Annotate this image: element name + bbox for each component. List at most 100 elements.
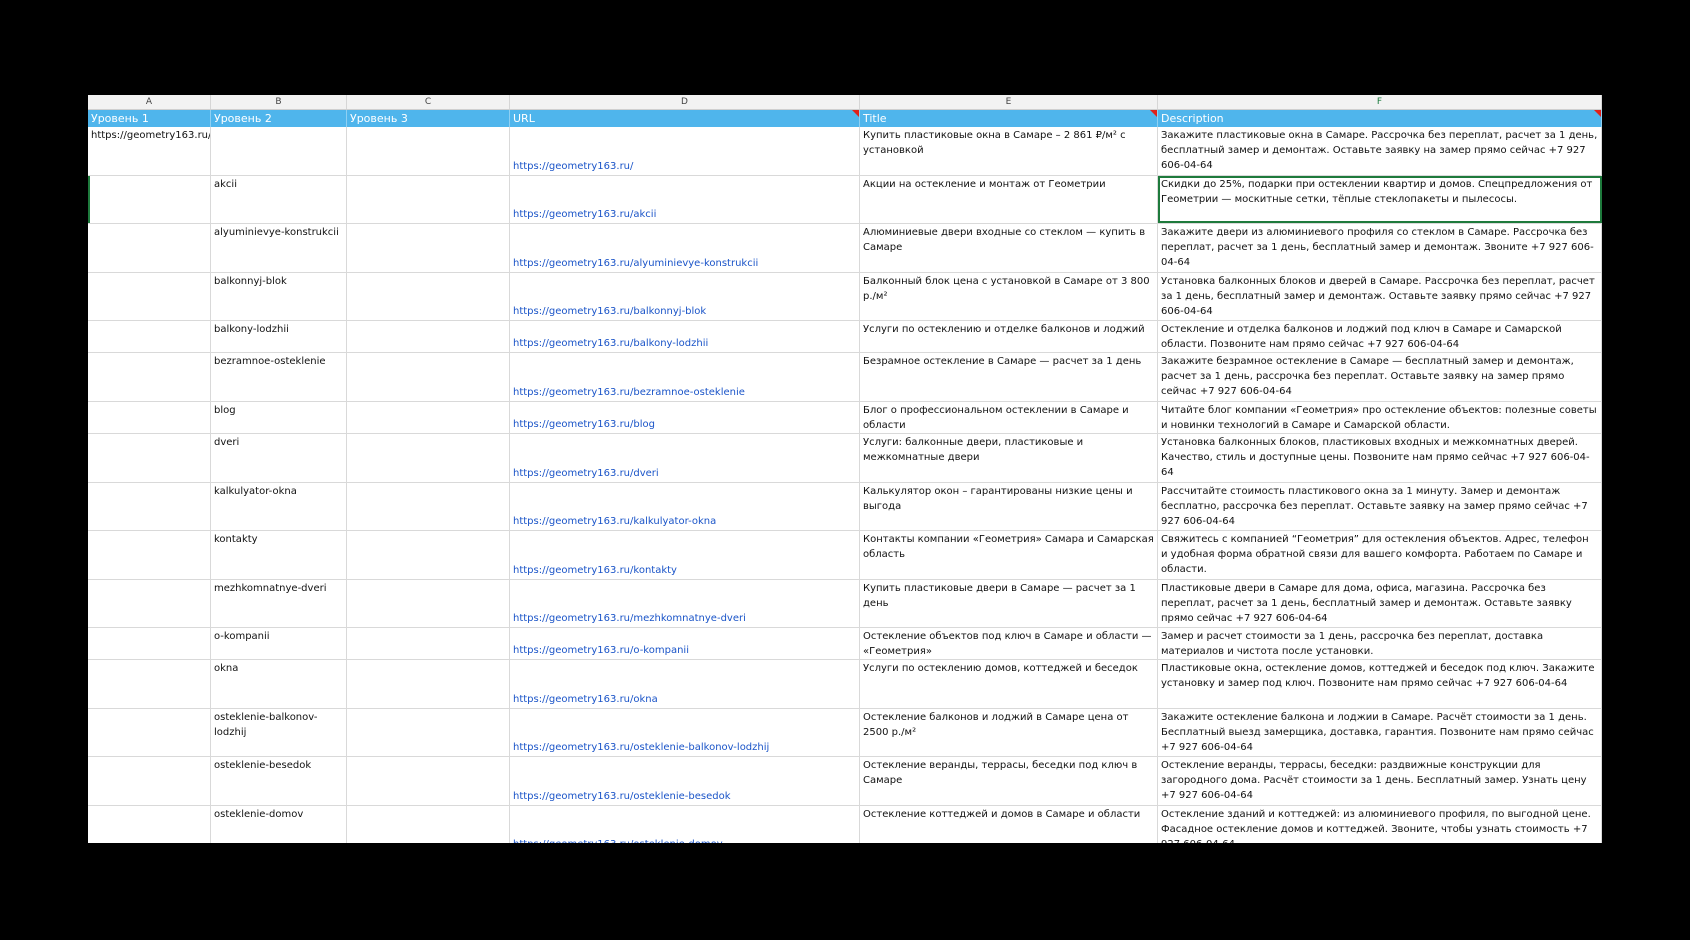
- cell-description[interactable]: Пластиковые окна, остекление домов, котт…: [1158, 660, 1602, 708]
- cell-title[interactable]: Услуги по остеклению и отделке балконов …: [860, 321, 1158, 353]
- cell-url[interactable]: https://geometry163.ru/: [510, 127, 860, 175]
- cell-url[interactable]: https://geometry163.ru/osteklenie-domov: [510, 805, 860, 843]
- cell-level1[interactable]: [88, 434, 211, 482]
- header-cell[interactable]: Уровень 3: [347, 110, 510, 127]
- cell-level1[interactable]: [88, 628, 211, 660]
- cell-level2[interactable]: osteklenie-besedok: [211, 757, 347, 805]
- cell-level2[interactable]: alyuminievye-konstrukcii: [211, 224, 347, 272]
- cell-level1[interactable]: [88, 353, 211, 401]
- cell-level1[interactable]: [88, 805, 211, 843]
- cell-level3[interactable]: [347, 579, 510, 628]
- cell-title[interactable]: Остекление коттеджей и домов в Самаре и …: [860, 805, 1158, 843]
- cell-level1[interactable]: [88, 531, 211, 579]
- cell-level1[interactable]: [88, 579, 211, 628]
- cell-level3[interactable]: [347, 175, 510, 223]
- cell-level3[interactable]: [347, 708, 510, 757]
- cell-level1[interactable]: [88, 757, 211, 805]
- cell-level2[interactable]: bezramnoe-osteklenie: [211, 353, 347, 401]
- cell-level3[interactable]: [347, 660, 510, 708]
- cell-description[interactable]: Остекление зданий и коттеджей: из алюмин…: [1158, 805, 1602, 843]
- cell-description[interactable]: Замер и расчет стоимости за 1 день, расс…: [1158, 628, 1602, 660]
- cell-url[interactable]: https://geometry163.ru/o-kompanii: [510, 628, 860, 660]
- cell-level2[interactable]: balkony-lodzhii: [211, 321, 347, 353]
- header-cell[interactable]: Title: [860, 110, 1158, 127]
- cell-level1[interactable]: [88, 321, 211, 353]
- cell-title[interactable]: Алюминиевые двери входные со стеклом — к…: [860, 224, 1158, 272]
- cell-title[interactable]: Блог о профессиональном остеклении в Сам…: [860, 401, 1158, 434]
- cell-level1[interactable]: https://geometry163.ru/: [88, 127, 211, 175]
- header-cell[interactable]: URL: [510, 110, 860, 127]
- cell-level1[interactable]: [88, 482, 211, 531]
- column-letter[interactable]: E: [860, 95, 1158, 109]
- cell-level2[interactable]: okna: [211, 660, 347, 708]
- cell-level1[interactable]: [88, 401, 211, 434]
- cell-title[interactable]: Услуги: балконные двери, пластиковые и м…: [860, 434, 1158, 482]
- cell-level3[interactable]: [347, 434, 510, 482]
- cell-title[interactable]: Контакты компании «Геометрия» Самара и С…: [860, 531, 1158, 579]
- cell-level3[interactable]: [347, 272, 510, 320]
- cell-level1[interactable]: [88, 224, 211, 272]
- cell-description[interactable]: Читайте блог компании «Геометрия» про ос…: [1158, 401, 1602, 434]
- cell-level3[interactable]: [347, 353, 510, 401]
- cell-description[interactable]: Остекление и отделка балконов и лоджий п…: [1158, 321, 1602, 353]
- cell-description[interactable]: Остекление веранды, террасы, беседки: ра…: [1158, 757, 1602, 805]
- cell-url[interactable]: https://geometry163.ru/kontakty: [510, 531, 860, 579]
- cell-description[interactable]: Скидки до 25%, подарки при остеклении кв…: [1158, 175, 1602, 223]
- cell-level1[interactable]: [88, 175, 211, 223]
- cell-level3[interactable]: [347, 401, 510, 434]
- cell-level3[interactable]: [347, 321, 510, 353]
- column-letter[interactable]: A: [88, 95, 211, 109]
- cell-level2[interactable]: kalkulyator-okna: [211, 482, 347, 531]
- cell-level2[interactable]: akcii: [211, 175, 347, 223]
- cell-url[interactable]: https://geometry163.ru/bezramnoe-ostekle…: [510, 353, 860, 401]
- cell-url[interactable]: https://geometry163.ru/kalkulyator-okna: [510, 482, 860, 531]
- cell-title[interactable]: Остекление веранды, террасы, беседки под…: [860, 757, 1158, 805]
- cell-url[interactable]: https://geometry163.ru/balkony-lodzhii: [510, 321, 860, 353]
- cell-description[interactable]: Пластиковые двери в Самаре для дома, офи…: [1158, 579, 1602, 628]
- cell-level3[interactable]: [347, 127, 510, 175]
- column-letter[interactable]: C: [347, 95, 510, 109]
- cell-level2[interactable]: dveri: [211, 434, 347, 482]
- cell-level2[interactable]: blog: [211, 401, 347, 434]
- cell-description[interactable]: Установка балконных блоков, пластиковых …: [1158, 434, 1602, 482]
- cell-level3[interactable]: [347, 757, 510, 805]
- cell-title[interactable]: Акции на остекление и монтаж от Геометри…: [860, 175, 1158, 223]
- column-letter[interactable]: D: [510, 95, 860, 109]
- cell-level2[interactable]: o-kompanii: [211, 628, 347, 660]
- cell-description[interactable]: Свяжитесь с компанией “Геометрия” для ос…: [1158, 531, 1602, 579]
- cell-level2[interactable]: mezhkomnatnye-dveri: [211, 579, 347, 628]
- cell-level2[interactable]: kontakty: [211, 531, 347, 579]
- cell-url[interactable]: https://geometry163.ru/osteklenie-balkon…: [510, 708, 860, 757]
- header-cell[interactable]: Уровень 2: [211, 110, 347, 127]
- cell-level2[interactable]: osteklenie-balkonov-lodzhij: [211, 708, 347, 757]
- cell-level2[interactable]: [211, 127, 347, 175]
- cell-title[interactable]: Купить пластиковые окна в Самаре – 2 861…: [860, 127, 1158, 175]
- cell-title[interactable]: Остекление объектов под ключ в Самаре и …: [860, 628, 1158, 660]
- cell-title[interactable]: Калькулятор окон – гарантированы низкие …: [860, 482, 1158, 531]
- header-cell[interactable]: Description: [1158, 110, 1602, 127]
- cell-title[interactable]: Услуги по остеклению домов, коттеджей и …: [860, 660, 1158, 708]
- cell-description[interactable]: Закажите безрамное остекление в Самаре —…: [1158, 353, 1602, 401]
- column-letter[interactable]: F: [1158, 95, 1602, 109]
- cell-description[interactable]: Закажите остекление балкона и лоджии в С…: [1158, 708, 1602, 757]
- cell-url[interactable]: https://geometry163.ru/mezhkomnatnye-dve…: [510, 579, 860, 628]
- cell-level2[interactable]: balkonnyj-blok: [211, 272, 347, 320]
- cell-description[interactable]: Закажите двери из алюминиевого профиля с…: [1158, 224, 1602, 272]
- cell-level3[interactable]: [347, 531, 510, 579]
- cell-description[interactable]: Рассчитайте стоимость пластикового окна …: [1158, 482, 1602, 531]
- cell-title[interactable]: Безрамное остекление в Самаре — расчет з…: [860, 353, 1158, 401]
- cell-url[interactable]: https://geometry163.ru/alyuminievye-kons…: [510, 224, 860, 272]
- cell-level1[interactable]: [88, 660, 211, 708]
- column-letter[interactable]: B: [211, 95, 347, 109]
- cell-level1[interactable]: [88, 272, 211, 320]
- cell-level3[interactable]: [347, 628, 510, 660]
- cell-level3[interactable]: [347, 224, 510, 272]
- cell-url[interactable]: https://geometry163.ru/okna: [510, 660, 860, 708]
- cell-level2[interactable]: osteklenie-domov: [211, 805, 347, 843]
- cell-level3[interactable]: [347, 482, 510, 531]
- cell-description[interactable]: Закажите пластиковые окна в Самаре. Расс…: [1158, 127, 1602, 175]
- cell-url[interactable]: https://geometry163.ru/akcii: [510, 175, 860, 223]
- cell-url[interactable]: https://geometry163.ru/blog: [510, 401, 860, 434]
- cell-level1[interactable]: [88, 708, 211, 757]
- cell-url[interactable]: https://geometry163.ru/balkonnyj-blok: [510, 272, 860, 320]
